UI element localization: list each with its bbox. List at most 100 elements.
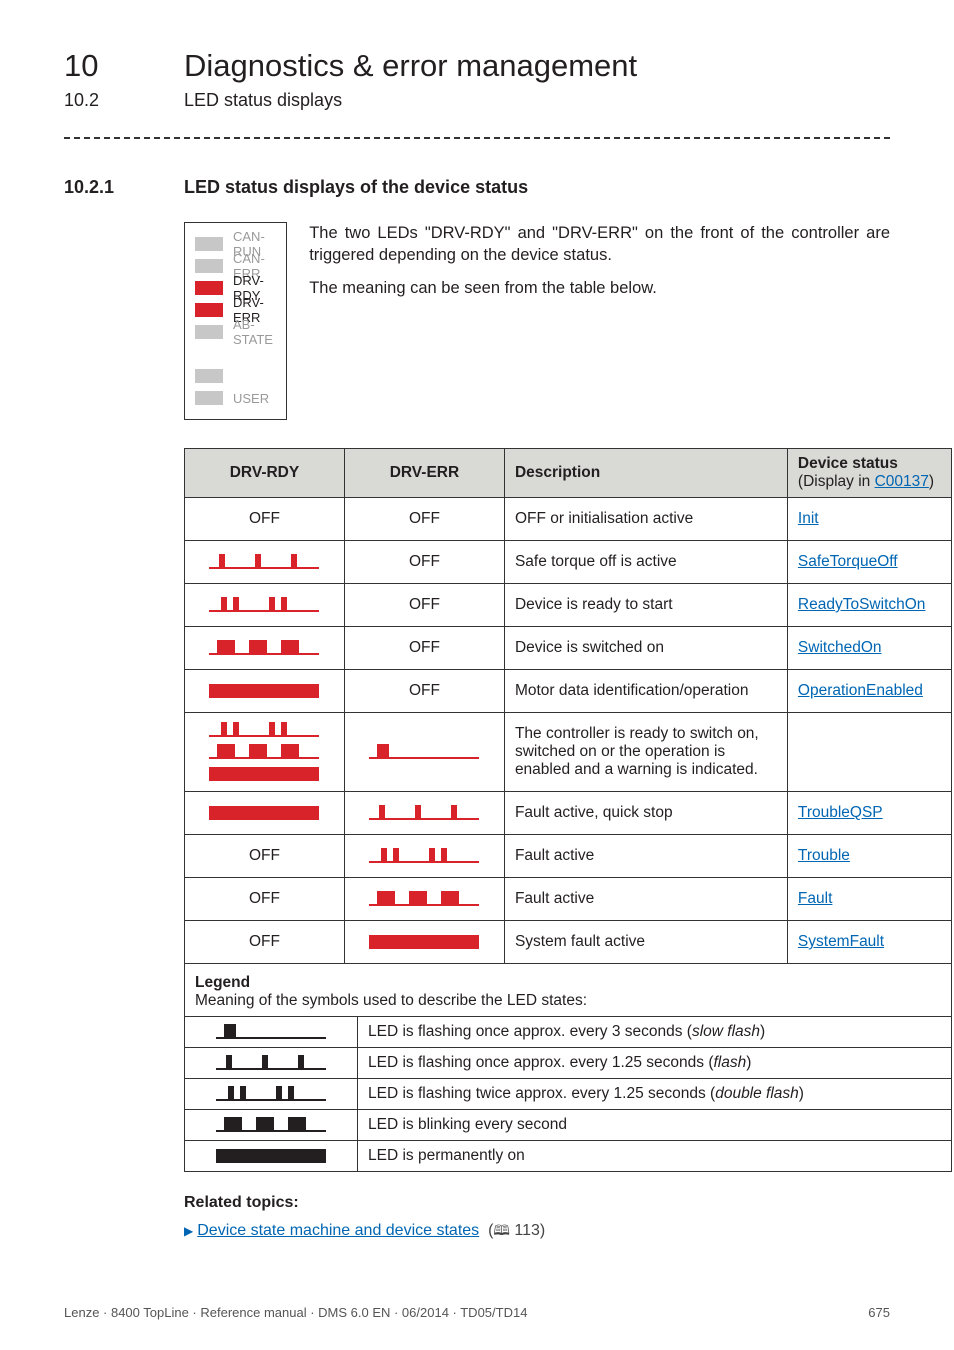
legend-subtitle: Meaning of the symbols used to describe … <box>195 992 587 1009</box>
th-drv-rdy: DRV-RDY <box>185 449 345 498</box>
cell-drv-rdy: OFF <box>185 498 345 541</box>
legend-title: Legend <box>195 974 250 991</box>
cell-drv-rdy <box>185 584 345 627</box>
page-footer: Lenze · 8400 TopLine · Reference manual … <box>64 1305 890 1320</box>
cell-drv-err <box>344 921 504 964</box>
table-row: Fault active, quick stopTroubleQSP <box>185 792 952 835</box>
table-row: OFFDevice is switched on SwitchedOn <box>185 627 952 670</box>
cell-description: Motor data identification/operation <box>504 670 787 713</box>
cell-description: Device is switched on <box>504 627 787 670</box>
chapter-heading: 10Diagnostics & error management <box>64 48 890 84</box>
cell-drv-rdy: OFF <box>185 921 345 964</box>
intro-block: CAN-RUNCAN-ERRDRV-RDYDRV-ERRAB-STATEUSER… <box>184 222 890 420</box>
legend-symbol <box>185 1048 358 1079</box>
table-row: OFFSafe torque off is active SafeTorqueOf… <box>185 541 952 584</box>
cell-description: OFF or initialisation active <box>504 498 787 541</box>
related-topics: Related topics: ▶Device state machine an… <box>184 1194 890 1244</box>
cell-device-status: Init <box>787 498 951 541</box>
led-panel-row <box>195 365 276 387</box>
legend-row: LED is permanently on <box>185 1141 951 1172</box>
legend-text: LED is blinking every second <box>358 1110 952 1141</box>
led-panel-row: AB-STATE <box>195 321 276 343</box>
footer-pagenum: 675 <box>868 1305 890 1320</box>
subsection-number: 10.2 <box>64 90 184 111</box>
led-box <box>195 237 223 251</box>
cell-drv-err <box>344 713 504 792</box>
cell-device-status: ReadyToSwitchOn <box>787 584 951 627</box>
cell-drv-err <box>344 792 504 835</box>
footer-left: Lenze · 8400 TopLine · Reference manual … <box>64 1305 527 1320</box>
cell-drv-err: OFF <box>344 498 504 541</box>
led-box <box>195 325 223 339</box>
legend-text: LED is flashing once approx. every 3 sec… <box>358 1017 952 1048</box>
cell-drv-rdy: OFF <box>185 835 345 878</box>
state-link[interactable]: SafeTorqueOff <box>798 553 898 570</box>
cell-device-status: Fault <box>787 878 951 921</box>
cell-drv-err: OFF <box>344 670 504 713</box>
legend-table: LED is flashing once approx. every 3 sec… <box>185 1016 951 1171</box>
state-link[interactable]: TroubleQSP <box>798 804 883 821</box>
cell-device-status: TroubleQSP <box>787 792 951 835</box>
intro-text: The two LEDs "DRV-RDY" and "DRV-ERR" on … <box>309 222 890 420</box>
section-divider <box>64 137 890 139</box>
cell-drv-rdy <box>185 792 345 835</box>
cell-device-status: OperationEnabled <box>787 670 951 713</box>
state-link[interactable]: ReadyToSwitchOn <box>798 596 926 613</box>
led-box <box>195 347 223 361</box>
link-c00137[interactable]: C00137 <box>875 473 929 490</box>
cell-drv-err: OFF <box>344 541 504 584</box>
led-panel-row: USER <box>195 387 276 409</box>
cell-drv-err: OFF <box>344 627 504 670</box>
legend-block: Legend Meaning of the symbols used to de… <box>184 964 952 1172</box>
led-label: AB-STATE <box>233 317 276 347</box>
th-drv-err: DRV-ERR <box>344 449 504 498</box>
link-device-state-machine[interactable]: Device state machine and device states <box>197 1222 479 1239</box>
cell-device-status: SwitchedOn <box>787 627 951 670</box>
cell-drv-rdy <box>185 627 345 670</box>
section-title: LED status displays of the device status <box>184 177 528 197</box>
intro-p1: The two LEDs "DRV-RDY" and "DRV-ERR" on … <box>309 222 890 267</box>
cell-drv-err <box>344 835 504 878</box>
table-row: OFF Fault active Trouble <box>185 835 952 878</box>
table-row: OFFMotor data identification/operation Op… <box>185 670 952 713</box>
state-link[interactable]: Fault <box>798 890 832 907</box>
cell-drv-rdy: OFF <box>185 878 345 921</box>
cell-description: The controller is ready to switch on, sw… <box>504 713 787 792</box>
section-number: 10.2.1 <box>64 177 184 198</box>
page-ref: (🕮 113) <box>484 1222 546 1239</box>
state-link[interactable]: SwitchedOn <box>798 639 882 656</box>
state-link[interactable]: OperationEnabled <box>798 682 923 699</box>
cell-device-status <box>787 713 951 792</box>
table-row: The controller is ready to switch on, sw… <box>185 713 952 792</box>
led-box <box>195 281 223 295</box>
subsection-title: LED status displays <box>184 90 342 110</box>
state-link[interactable]: Trouble <box>798 847 850 864</box>
cell-description: Fault active <box>504 835 787 878</box>
legend-text: LED is flashing once approx. every 1.25 … <box>358 1048 952 1079</box>
state-link[interactable]: Init <box>798 510 819 527</box>
cell-description: Safe torque off is active <box>504 541 787 584</box>
cell-drv-rdy <box>185 713 345 792</box>
led-label: USER <box>233 391 269 406</box>
th-device-status: Device status (Display in C00137) <box>787 449 951 498</box>
cell-device-status: SystemFault <box>787 921 951 964</box>
legend-row: LED is blinking every second <box>185 1110 951 1141</box>
table-row: OFFDevice is ready to startReadyToSwitch… <box>185 584 952 627</box>
cell-drv-rdy <box>185 670 345 713</box>
legend-header: Legend Meaning of the symbols used to de… <box>185 964 951 1016</box>
legend-symbol <box>185 1017 358 1048</box>
table-row: OFF System fault active SystemFault <box>185 921 952 964</box>
chapter-number: 10 <box>64 48 184 84</box>
state-link[interactable]: SystemFault <box>798 933 884 950</box>
legend-symbol <box>185 1110 358 1141</box>
related-heading: Related topics: <box>184 1194 890 1212</box>
chapter-title: Diagnostics & error management <box>184 48 637 83</box>
cell-description: System fault active <box>504 921 787 964</box>
status-table: DRV-RDY DRV-ERR Description Device statu… <box>184 448 952 964</box>
intro-p2: The meaning can be seen from the table b… <box>309 277 890 299</box>
legend-text: LED is flashing twice approx. every 1.25… <box>358 1079 952 1110</box>
legend-row: LED is flashing once approx. every 1.25 … <box>185 1048 951 1079</box>
led-box <box>195 259 223 273</box>
table-row: OFFFault activeFault <box>185 878 952 921</box>
book-icon: 🕮 <box>493 1222 510 1238</box>
